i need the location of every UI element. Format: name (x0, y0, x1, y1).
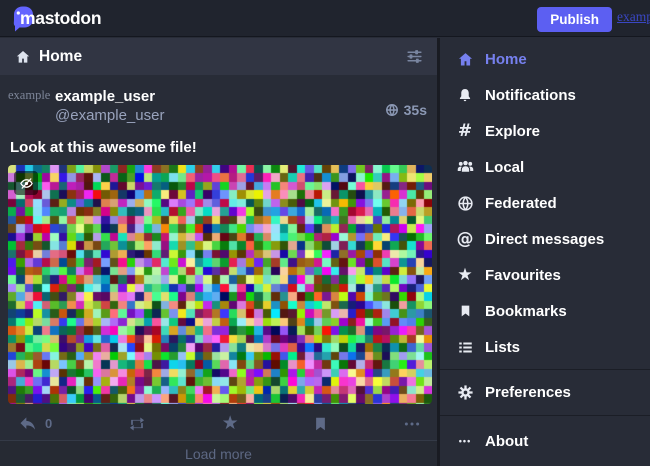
sidebar-item-label: Notifications (485, 87, 576, 104)
sidebar-item-label: Explore (485, 123, 540, 140)
more-button[interactable] (401, 413, 423, 435)
topbar: mastodon Publish example_user (0, 0, 650, 37)
sidebar-item-preferences[interactable]: Preferences (440, 370, 650, 415)
hashtag-icon: # (455, 123, 475, 140)
bookmark-button[interactable] (311, 413, 330, 435)
sidebar-item-label: Home (485, 51, 527, 68)
status-post: example example_user @example_user 35s L… (0, 75, 437, 404)
load-more-button[interactable]: Load more (0, 441, 437, 466)
sidebar-item-federated[interactable]: Federated (440, 185, 650, 221)
gear-icon (455, 384, 475, 401)
sidebar-item-local[interactable]: Local (440, 149, 650, 185)
bell-icon (455, 87, 475, 104)
sidebar-item-label: About (485, 433, 528, 450)
app-layout: Home example example_user @example_user (0, 38, 650, 466)
sidebar-item-label: Preferences (485, 384, 571, 401)
ellipsis-icon: ••• (455, 436, 475, 446)
column-title: Home (39, 48, 404, 66)
at-icon: @ (455, 231, 475, 248)
bookmark-icon (313, 415, 328, 433)
column-settings-button[interactable] (404, 46, 425, 67)
sidebar-item-label: Federated (485, 195, 557, 212)
publish-button[interactable]: Publish (537, 7, 612, 32)
boost-button[interactable] (125, 412, 149, 436)
star-icon: ★ (455, 267, 475, 284)
favourite-button[interactable]: ★ (220, 412, 241, 435)
globe-icon (385, 103, 399, 117)
users-icon (455, 159, 475, 175)
reply-icon (18, 414, 38, 434)
sidebar-item-home[interactable]: Home (440, 41, 650, 77)
sidebar-item-label: Local (485, 159, 524, 176)
reply-count: 0 (45, 416, 52, 431)
account-link[interactable]: example_user (617, 9, 650, 25)
sidebar-item-label: Favourites (485, 267, 561, 284)
status-content: Look at this awesome file! (10, 139, 427, 156)
sidebar-item-notifications[interactable]: Notifications (440, 77, 650, 113)
logo-wordmark: mastodon (20, 8, 101, 29)
status-action-bar: 0 ★ (0, 407, 437, 441)
home-icon (455, 51, 475, 68)
ellipsis-icon (403, 415, 421, 433)
attached-media-image[interactable] (8, 165, 432, 404)
list-icon (455, 340, 475, 355)
reply-button[interactable]: 0 (16, 412, 54, 436)
hide-media-button[interactable] (14, 171, 38, 195)
timestamp: 35s (385, 87, 427, 129)
media-attachment (8, 165, 432, 404)
globe-icon (455, 195, 475, 212)
sliders-icon (406, 48, 423, 65)
sidebar-item-label: Direct messages (485, 231, 604, 248)
eye-slash-icon (19, 176, 34, 191)
mastodon-logo[interactable]: mastodon (10, 4, 101, 32)
sidebar-item-label: Bookmarks (485, 303, 567, 320)
sidebar-item-favourites[interactable]: ★ Favourites (440, 257, 650, 293)
star-icon: ★ (222, 414, 239, 433)
account-handle: @example_user (55, 107, 385, 124)
sidebar-item-bookmarks[interactable]: Bookmarks (440, 293, 650, 329)
home-icon (15, 49, 31, 65)
timestamp-text: 35s (404, 102, 427, 118)
bookmark-icon (455, 303, 475, 319)
boost-icon (127, 414, 147, 434)
home-column: Home example example_user @example_user (0, 38, 437, 466)
sidebar-item-about[interactable]: ••• About (440, 416, 650, 466)
sidebar-item-direct-messages[interactable]: @ Direct messages (440, 221, 650, 257)
status-header: example example_user @example_user 35s (8, 87, 427, 129)
sidebar-item-lists[interactable]: Lists (440, 329, 650, 365)
column-header: Home (0, 38, 437, 75)
display-name: example_user (55, 88, 385, 105)
sidebar-item-label: Lists (485, 339, 520, 356)
sidebar-item-explore[interactable]: # Explore (440, 113, 650, 149)
author-name-link[interactable]: example_user @example_user (55, 87, 385, 129)
navigation-panel: Home Notifications # Explore (440, 38, 650, 466)
avatar[interactable]: example (8, 87, 50, 129)
